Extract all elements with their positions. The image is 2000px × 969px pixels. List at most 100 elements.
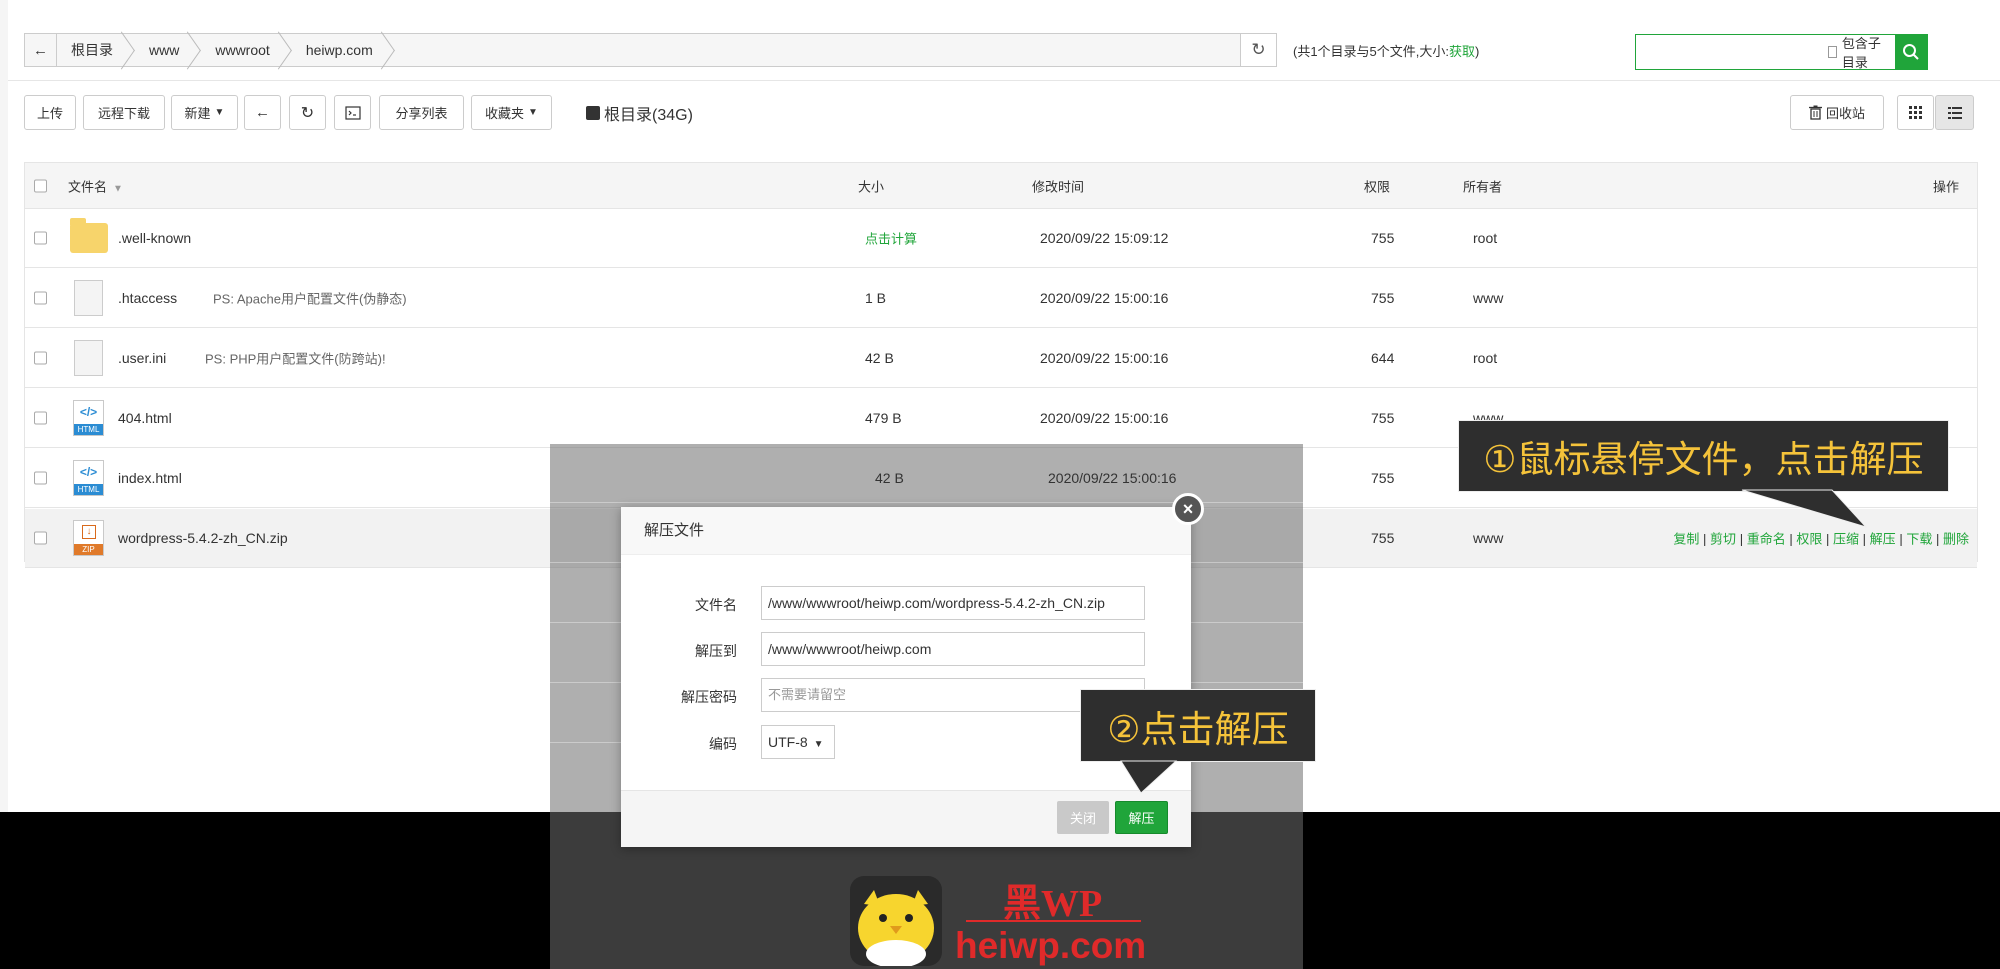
caret-down-icon: ▼ xyxy=(813,739,824,750)
col-mtime-header[interactable]: 修改时间 xyxy=(1032,176,1084,195)
upload-label: 上传 xyxy=(36,106,63,121)
file-name[interactable]: index.html xyxy=(118,470,182,486)
ops-separator: | xyxy=(1739,531,1744,547)
share-list-button[interactable]: 分享列表 xyxy=(379,95,464,130)
table-row[interactable]: .well-known 点击计算 2020/09/22 15:09:12 755… xyxy=(25,209,1977,268)
unzip-confirm-button[interactable]: 解压 xyxy=(1115,801,1168,834)
callout-hover-unzip: ①鼠标悬停文件，点击解压 xyxy=(1458,420,1949,492)
unzip-link[interactable]: 解压 xyxy=(1870,532,1896,547)
recycle-bin-button[interactable]: 回收站 xyxy=(1790,95,1884,130)
file-mtime: 2020/09/22 15:00:16 xyxy=(1040,350,1169,366)
file-icon xyxy=(74,340,103,376)
zip-file-icon: ↓ ZIP xyxy=(73,520,104,556)
copy-link[interactable]: 复制 xyxy=(1673,532,1699,547)
remote-download-button[interactable]: 远程下载 xyxy=(83,95,165,130)
include-subdir-label: 包含子目录 xyxy=(1841,36,1881,70)
fetch-size-link[interactable]: 获取 xyxy=(1449,44,1475,59)
favorites-dropdown-button[interactable]: 收藏夹 ▼ xyxy=(471,95,552,130)
breadcrumb-label: 根目录 xyxy=(71,42,113,58)
refresh-button[interactable]: ↻ xyxy=(289,95,326,130)
trash-icon xyxy=(1808,105,1822,120)
permission-link[interactable]: 权限 xyxy=(1796,532,1822,547)
file-size: 42 B xyxy=(865,350,894,366)
watermark-underline xyxy=(966,920,1141,922)
cut-link[interactable]: 剪切 xyxy=(1710,532,1736,547)
file-name-label: 文件名 xyxy=(695,597,737,613)
close-icon[interactable]: × xyxy=(1172,493,1204,525)
remote-download-label: 远程下载 xyxy=(97,106,150,121)
file-name[interactable]: 404.html xyxy=(118,410,172,426)
ops-separator: | xyxy=(1826,531,1830,547)
watermark-url: heiwp.com xyxy=(955,925,1147,966)
upload-button[interactable]: 上传 xyxy=(24,95,76,130)
compress-link[interactable]: 压缩 xyxy=(1833,532,1859,547)
col-size-header[interactable]: 大小 xyxy=(858,176,884,195)
terminal-button[interactable] xyxy=(334,95,371,130)
grid-view-button[interactable] xyxy=(1897,95,1934,130)
file-remark: PS: PHP用户配置文件(防跨站)! xyxy=(205,351,386,367)
include-subdir-toggle[interactable]: 包含子目录 xyxy=(1828,35,1895,70)
breadcrumb-wwwroot[interactable]: wwwroot xyxy=(201,34,291,66)
file-perm[interactable]: 755 xyxy=(1371,470,1394,486)
dir-info: (共1个目录与5个文件,大小:获取) xyxy=(1293,41,1479,60)
col-ops-header: 操作 xyxy=(1932,179,1959,194)
file-mtime: 2020/09/22 15:00:16 xyxy=(1048,470,1177,486)
file-name-field[interactable]: /www/wwwroot/heiwp.com/wordpress-5.4.2-z… xyxy=(761,586,1145,620)
ops-separator: | xyxy=(1789,531,1793,547)
file-perm[interactable]: 755 xyxy=(1371,290,1394,306)
back-arrow-icon[interactable]: ← xyxy=(25,34,57,66)
dir-info-suffix: ) xyxy=(1475,44,1480,59)
breadcrumb-heiwp[interactable]: heiwp.com xyxy=(292,34,395,66)
include-subdir-checkbox[interactable] xyxy=(1828,46,1837,58)
file-perm[interactable]: 644 xyxy=(1371,350,1394,366)
row-checkbox[interactable] xyxy=(34,531,47,545)
file-name[interactable]: .htaccess xyxy=(118,290,177,306)
row-checkbox[interactable] xyxy=(34,291,47,305)
heiwp-logo xyxy=(850,876,942,966)
row-checkbox[interactable] xyxy=(34,351,47,365)
row-checkbox[interactable] xyxy=(34,471,47,485)
delete-link[interactable]: 删除 xyxy=(1943,532,1969,547)
file-name[interactable]: .user.ini xyxy=(118,350,166,366)
list-view-button[interactable] xyxy=(1935,95,1974,130)
back-button[interactable]: ← xyxy=(244,95,281,130)
file-name[interactable]: wordpress-5.4.2-zh_CN.zip xyxy=(118,530,288,546)
new-dropdown-button[interactable]: 新建 ▼ xyxy=(171,95,238,130)
download-link[interactable]: 下载 xyxy=(1906,532,1932,547)
file-owner: root xyxy=(1473,230,1498,246)
file-perm[interactable]: 755 xyxy=(1371,230,1394,246)
col-perm-header[interactable]: 权限 xyxy=(1364,176,1390,195)
file-perm[interactable]: 755 xyxy=(1371,530,1394,546)
file-name[interactable]: .well-known xyxy=(118,230,191,246)
table-row[interactable]: .user.ini PS: PHP用户配置文件(防跨站)! 42 B 2020/… xyxy=(25,329,1977,388)
close-button[interactable]: 关闭 xyxy=(1057,801,1109,834)
share-list-label: 分享列表 xyxy=(395,106,448,121)
search-box: 包含子目录 xyxy=(1635,34,1928,70)
back-arrow-icon: ← xyxy=(255,104,270,121)
search-button[interactable] xyxy=(1894,35,1927,69)
col-name-header[interactable]: 文件名 ▼ xyxy=(68,176,123,195)
table-row[interactable]: .htaccess PS: Apache用户配置文件(伪静态) 1 B 2020… xyxy=(25,269,1977,328)
caret-down-icon: ▼ xyxy=(528,107,538,118)
file-icon xyxy=(74,280,103,316)
row-checkbox[interactable] xyxy=(34,231,47,245)
breadcrumb-www[interactable]: www xyxy=(135,34,201,66)
encoding-select[interactable]: UTF-8 ▼ xyxy=(761,725,835,759)
select-all-checkbox[interactable] xyxy=(34,179,47,192)
search-input[interactable] xyxy=(1636,35,1828,69)
row-checkbox[interactable] xyxy=(34,411,47,425)
breadcrumb-root[interactable]: 根目录 xyxy=(57,34,135,66)
dir-info-text: (共1个目录与5个文件,大小: xyxy=(1293,44,1450,59)
col-name-label: 文件名 xyxy=(68,179,108,194)
col-owner-header[interactable]: 所有者 xyxy=(1463,176,1502,195)
file-mtime: 2020/09/22 15:09:12 xyxy=(1040,230,1169,246)
calc-size-link[interactable]: 点击计算 xyxy=(865,229,917,248)
refresh-icon[interactable]: ↻ xyxy=(1240,34,1276,66)
terminal-icon xyxy=(344,105,361,120)
rename-link[interactable]: 重命名 xyxy=(1747,532,1786,547)
dest-path-field[interactable]: /www/wwwroot/heiwp.com xyxy=(761,632,1145,666)
disk-indicator[interactable]: 根目录(34G) xyxy=(586,101,693,125)
file-size: 479 B xyxy=(865,410,902,426)
path-input-area[interactable] xyxy=(395,34,1240,66)
file-perm[interactable]: 755 xyxy=(1371,410,1394,426)
